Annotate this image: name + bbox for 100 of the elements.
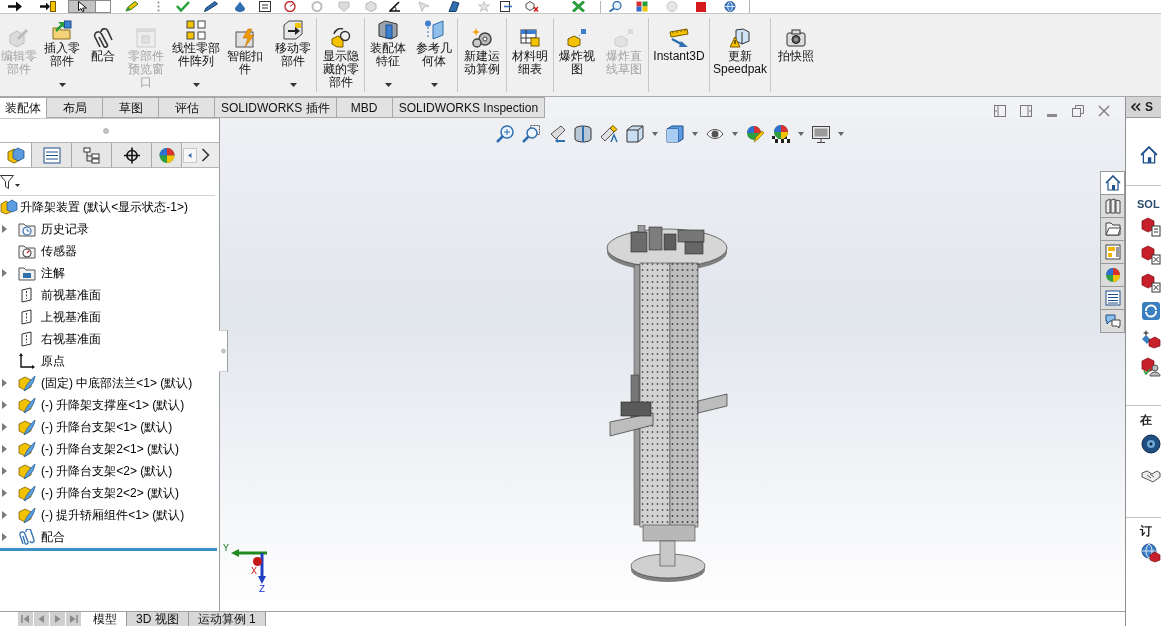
angle-icon[interactable]: [389, 1, 401, 12]
command-button[interactable]: 爆炸视图: [554, 14, 600, 96]
task-pane-tab[interactable]: [1100, 286, 1125, 310]
home-icon[interactable]: [1140, 146, 1158, 164]
eye-icon[interactable]: [706, 127, 724, 141]
command-tab[interactable]: 草图: [103, 97, 159, 118]
command-button[interactable]: Instant3D: [649, 14, 709, 96]
tree-item[interactable]: (固定) 中底部法兰<1> (默认): [41, 375, 193, 391]
expand-arrow-icon[interactable]: [2, 269, 7, 277]
task-pane-tab[interactable]: [1100, 194, 1125, 218]
tree-item[interactable]: 原点: [41, 353, 65, 369]
wedge-icon[interactable]: [448, 1, 460, 12]
wand-cube-icon[interactable]: [1141, 329, 1161, 349]
expand-arrow-icon[interactable]: [2, 401, 7, 409]
expand-arrow-icon[interactable]: [2, 379, 7, 387]
command-button[interactable]: 移动零部件: [270, 14, 316, 96]
tree-item[interactable]: 历史记录: [41, 221, 89, 237]
cube-box-icon[interactable]: [1141, 273, 1161, 293]
task-pane-tab[interactable]: [1100, 309, 1125, 333]
tree-item[interactable]: (-) 升降台支架2<1> (默认): [41, 441, 179, 457]
command-button[interactable]: 插入零部件: [38, 14, 86, 96]
check-icon[interactable]: [176, 1, 190, 12]
tree-item[interactable]: 传感器: [41, 243, 77, 259]
command-button[interactable]: 材料明细表: [507, 14, 553, 96]
command-button[interactable]: 参考几何体: [411, 14, 457, 96]
caret-icon[interactable]: [289, 83, 297, 87]
filter-icon[interactable]: [0, 174, 14, 189]
command-button[interactable]: 配合: [86, 14, 120, 96]
monitor-icon[interactable]: [812, 125, 830, 143]
hexagon-cross-icon[interactable]: [525, 1, 539, 12]
caret-icon[interactable]: [192, 83, 200, 87]
tree-item[interactable]: (-) 升降台支架<1> (默认): [41, 419, 173, 435]
command-button[interactable]: 智能扣件: [220, 14, 270, 96]
cylinder-icon[interactable]: [574, 125, 592, 143]
arrow-cube-icon[interactable]: [40, 1, 56, 12]
magnifier-icon[interactable]: [609, 1, 622, 12]
splitter-handle[interactable]: [219, 330, 228, 372]
pencil-icon[interactable]: [125, 1, 139, 12]
expand-arrow-icon[interactable]: [2, 467, 7, 475]
arrow-icon[interactable]: [8, 1, 22, 12]
tree-item[interactable]: (-) 升降台支架<2> (默认): [41, 463, 173, 479]
expand-arrow-icon[interactable]: [2, 489, 7, 497]
chevron-right-icon[interactable]: [201, 148, 210, 162]
expand-arrow-icon[interactable]: [2, 225, 7, 233]
tree-item[interactable]: 升降架装置 (默认<显示状态-1>): [20, 199, 188, 215]
magnifier-box-icon[interactable]: [522, 125, 540, 143]
panel-tab[interactable]: [112, 143, 152, 167]
command-tab[interactable]: MBD: [336, 97, 393, 118]
flashlight-icon[interactable]: [600, 125, 618, 143]
restore-icon[interactable]: [1072, 105, 1084, 117]
color-ball-checker-icon[interactable]: [772, 125, 790, 143]
command-tab[interactable]: 装配体: [0, 97, 47, 118]
expand-arrow-icon[interactable]: [2, 533, 7, 541]
command-tab[interactable]: 布局: [47, 97, 103, 118]
shaded-cube-icon[interactable]: [666, 125, 684, 143]
cube-icon[interactable]: [626, 125, 644, 143]
task-pane-tab[interactable]: [1100, 171, 1125, 195]
grip-icon[interactable]: [102, 127, 109, 134]
disc-icon[interactable]: [1141, 434, 1161, 454]
command-button[interactable]: 拍快照: [771, 14, 821, 96]
tree-item[interactable]: 注解: [41, 265, 65, 281]
command-tab[interactable]: 评估: [159, 97, 215, 118]
tree-item[interactable]: (-) 升降架支撑座<1> (默认): [41, 397, 185, 413]
tree-item[interactable]: 配合: [41, 529, 65, 545]
dial-icon[interactable]: [284, 1, 296, 12]
color-ball-pencil-icon[interactable]: [746, 125, 764, 143]
command-button[interactable]: 新建运动算例: [458, 14, 506, 96]
tree-item[interactable]: 上视基准面: [41, 309, 101, 325]
graphics-viewport[interactable]: Y X Z: [220, 118, 1125, 611]
command-tab[interactable]: SOLIDWORKS Inspection: [392, 97, 546, 118]
expand-arrow-icon[interactable]: [2, 445, 7, 453]
view-tab[interactable]: 运动算例 1: [188, 612, 266, 626]
stop-icon[interactable]: [696, 1, 706, 12]
panel-left-icon[interactable]: [994, 105, 1006, 117]
tree-item[interactable]: (-) 升降台支架2<2> (默认): [41, 485, 179, 501]
panel-right-icon[interactable]: [1020, 105, 1032, 117]
document-icon[interactable]: [259, 1, 271, 12]
globe-cube-icon[interactable]: [1141, 543, 1161, 563]
close-icon[interactable]: [1098, 105, 1110, 117]
magnifier-icon[interactable]: [496, 125, 514, 143]
caret-icon[interactable]: [15, 183, 20, 187]
command-button[interactable]: 显示隐藏的零部件: [317, 14, 364, 96]
palette-icon[interactable]: [636, 1, 648, 12]
task-pane-tab[interactable]: [1100, 217, 1125, 241]
tube-arrow-icon[interactable]: [548, 125, 566, 143]
tree-item[interactable]: 前视基准面: [41, 287, 101, 303]
select-tool-button[interactable]: [68, 0, 96, 13]
tree-item[interactable]: 右视基准面: [41, 331, 101, 347]
expand-arrow-icon[interactable]: [2, 511, 7, 519]
grip-icon[interactable]: [157, 1, 160, 12]
star-icon[interactable]: [478, 1, 490, 12]
command-button[interactable]: 更新Speedpak: [710, 14, 770, 96]
pen-icon[interactable]: [204, 1, 218, 12]
command-button[interactable]: 线性零部件阵列: [172, 14, 220, 96]
select-dropdown-button[interactable]: [96, 0, 111, 13]
caret-icon[interactable]: [430, 83, 438, 87]
globe-icon[interactable]: [724, 1, 736, 12]
tree-item[interactable]: (-) 提升轿厢组件<1> (默认): [41, 507, 185, 523]
drop-icon[interactable]: [234, 1, 246, 12]
cube-box-icon[interactable]: [1141, 245, 1161, 265]
